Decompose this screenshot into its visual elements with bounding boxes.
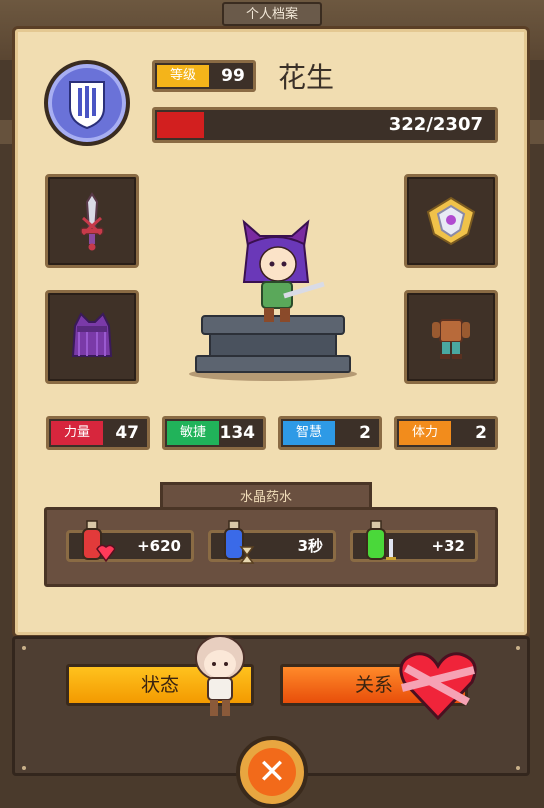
potion-value: 3秒 [297, 537, 323, 555]
red-potion-heart-icon [82, 520, 115, 563]
stat-value: 2 [359, 423, 371, 443]
shield-emblem-icon [426, 196, 476, 246]
potion-attack[interactable]: +32 [350, 520, 478, 562]
guild-crest-icon [44, 60, 130, 146]
potion-section-title: 水晶药水 [160, 482, 372, 510]
stat-value: 134 [219, 423, 256, 443]
potion-value: +620 [137, 537, 181, 555]
stat-stamina: 体力 2 [394, 416, 498, 450]
stat-label: 体力 [399, 421, 451, 445]
profile-tab-title: 个人档案 [222, 2, 322, 26]
level-box: 等级 99 [152, 60, 256, 92]
close-button[interactable]: ✕ [236, 736, 308, 808]
xp-bar: 322/2307 [152, 107, 498, 143]
equipment-slot-body[interactable] [404, 290, 498, 384]
equipment-slot-head[interactable] [45, 290, 139, 384]
stat-wisdom: 智慧 2 [278, 416, 382, 450]
sword-icon [80, 192, 104, 251]
xp-text: 322/2307 [388, 114, 483, 135]
stat-label: 智慧 [283, 421, 335, 445]
heart-relations-icon [399, 652, 477, 721]
armor-icon [432, 319, 470, 359]
stat-label: 力量 [51, 421, 103, 445]
close-icon: ✕ [248, 748, 296, 796]
potion-speed[interactable]: 3秒 [208, 520, 336, 564]
stat-label: 敏捷 [167, 421, 219, 445]
hero-character [242, 219, 325, 322]
player-name: 花生 [278, 61, 335, 94]
level-value: 99 [221, 66, 245, 86]
stat-value: 47 [115, 423, 139, 443]
companion-character [195, 635, 245, 716]
level-label: 等级 [157, 65, 209, 87]
stat-value: 2 [475, 423, 487, 443]
stat-agility: 敏捷 134 [162, 416, 266, 450]
blue-potion-hourglass-icon [224, 520, 255, 564]
potion-value: +32 [431, 537, 465, 555]
xp-bar-fill [157, 112, 205, 138]
equipment-slot-accessory[interactable] [404, 174, 498, 268]
green-potion-sword-icon [366, 520, 396, 560]
stat-strength: 力量 47 [46, 416, 150, 450]
potion-health[interactable]: +620 [66, 520, 194, 563]
equipment-slot-weapon[interactable] [45, 174, 139, 268]
hood-icon [71, 312, 113, 357]
